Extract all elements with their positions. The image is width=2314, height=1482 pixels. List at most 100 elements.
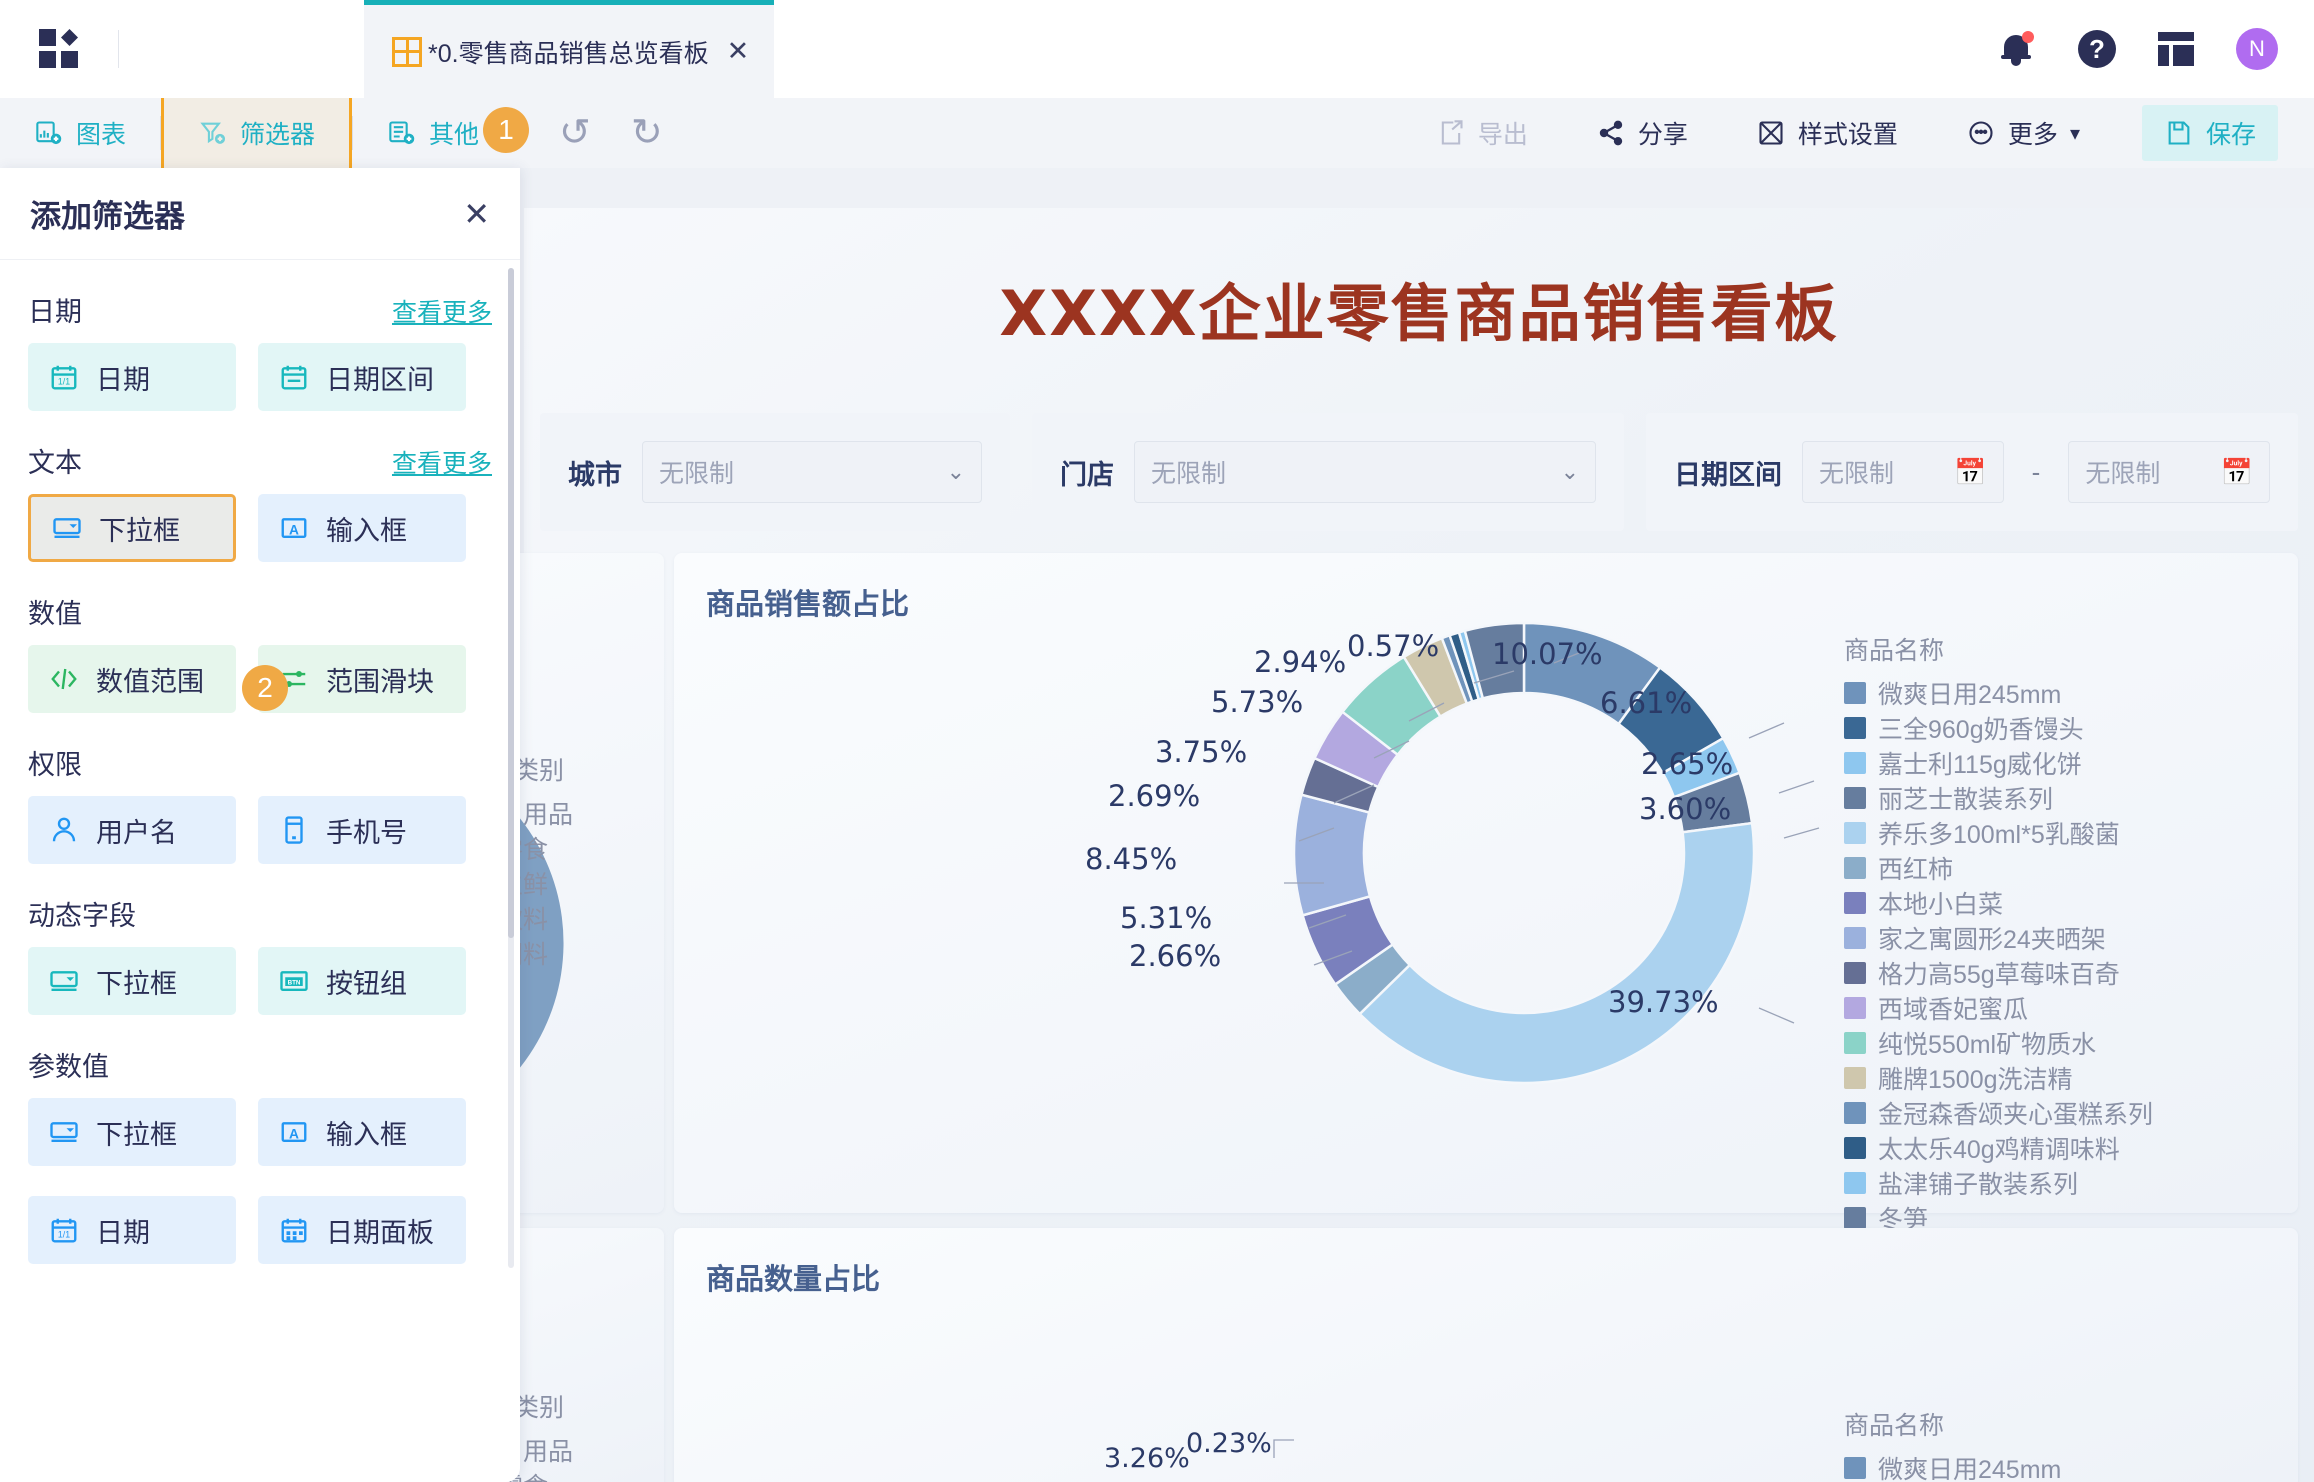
- legend-item[interactable]: 三全960g奶香馒头: [1844, 710, 2153, 745]
- filter-group-name: 文本: [28, 441, 82, 480]
- filter-daterange: 日期区间 无限制 📅 - 无限制 📅: [1646, 413, 2298, 531]
- legend-item[interactable]: 盐津铺子散装系列: [1844, 1165, 2153, 1200]
- textbox-icon: A: [278, 1117, 310, 1147]
- filter-date-start[interactable]: 无限制 📅: [1802, 441, 2004, 503]
- close-icon[interactable]: ✕: [463, 198, 490, 230]
- filter-chip-row: 下拉框 BTN按钮组: [28, 947, 492, 1015]
- filter-chip-日期面板[interactable]: 日期面板: [258, 1196, 466, 1264]
- code-range-icon: [48, 664, 80, 694]
- filter-chip-下拉框[interactable]: 下拉框: [28, 947, 236, 1015]
- pct-label-2-66: 2.66%: [1129, 939, 1221, 973]
- filter-chip-日期[interactable]: 1/1日期: [28, 343, 236, 411]
- legend-swatch: [1844, 752, 1866, 774]
- filter-chip-row: 下拉框 A输入框: [28, 494, 492, 562]
- legend-item[interactable]: 家之寓圆形24夹晒架: [1844, 920, 2153, 955]
- filter-chip-用户名[interactable]: 用户名: [28, 796, 236, 864]
- legend-item[interactable]: 金冠森香颂夹心蛋糕系列: [1844, 1095, 2153, 1130]
- legend-item[interactable]: 养乐多100ml*5乳酸菌: [1844, 815, 2153, 850]
- legend-item[interactable]: 西域香妃蜜瓜: [1844, 990, 2153, 1025]
- toolbar-more-button[interactable]: 更多 ▾: [1932, 98, 2114, 168]
- legend-swatch: [1844, 962, 1866, 984]
- avatar[interactable]: N: [2236, 28, 2278, 70]
- dashboard-title: XXXX企业零售商品销售看板: [524, 263, 2314, 353]
- legend-swatch: [1844, 1067, 1866, 1089]
- chevron-down-icon: ▾: [2070, 121, 2080, 146]
- toolbar-chart-button[interactable]: 图表: [0, 98, 160, 168]
- legend-item[interactable]: 西红柿: [1844, 850, 2153, 885]
- view-more-link[interactable]: 查看更多: [392, 293, 492, 329]
- pct-label-5-31: 5.31%: [1120, 901, 1212, 935]
- filter-chip-下拉框[interactable]: 下拉框: [28, 1098, 236, 1166]
- filter-chip-日期区间[interactable]: 日期区间: [258, 343, 466, 411]
- layout-icon[interactable]: [2158, 32, 2194, 66]
- legend-item[interactable]: 嘉士利115g威化饼: [1844, 745, 2153, 780]
- legend-item[interactable]: 格力高55g草莓味百奇: [1844, 955, 2153, 990]
- donut-slice[interactable]: [1360, 823, 1754, 1083]
- legend-item[interactable]: 微爽日用245mm: [1844, 1450, 2061, 1482]
- filter-date-end[interactable]: 无限制 📅: [2068, 441, 2270, 503]
- toolbar-export-button[interactable]: 导出: [1402, 98, 1562, 168]
- filter-chip-label: 下拉框: [96, 1113, 177, 1152]
- legend-swatch: [1844, 857, 1866, 879]
- filter-chip-数值范围[interactable]: 数值范围: [28, 645, 236, 713]
- toolbar-style-label: 样式设置: [1798, 115, 1898, 151]
- legend-label: 雕牌1500g洗洁精: [1878, 1060, 2073, 1096]
- legend-label: 西红柿: [1878, 850, 1953, 886]
- legend-swatch: [1844, 822, 1866, 844]
- filter-chip-row: 1/1日期日期面板: [28, 1196, 492, 1264]
- toolbar-filter-button[interactable]: 筛选器: [161, 98, 352, 168]
- panel-scrollbar[interactable]: [508, 268, 514, 1268]
- filter-chip-手机号[interactable]: 手机号: [258, 796, 466, 864]
- close-icon[interactable]: ✕: [727, 38, 750, 65]
- app-logo[interactable]: [0, 29, 118, 69]
- filter-city: 城市 无限制 ⌄: [540, 413, 1010, 531]
- filter-group-name: 动态字段: [28, 894, 136, 933]
- filter-group-name: 日期: [28, 290, 82, 329]
- toolbar-more-label: 更多: [2008, 115, 2058, 151]
- legend-item[interactable]: 微爽日用245mm: [1844, 675, 2153, 710]
- card-title-product-sales: 商品销售额占比: [706, 581, 909, 623]
- view-more-link[interactable]: 查看更多: [392, 444, 492, 480]
- donut-slice[interactable]: [1294, 795, 1370, 916]
- save-button[interactable]: 保存: [2142, 105, 2278, 161]
- legend-item[interactable]: 丽芝士散装系列: [1844, 780, 2153, 815]
- filter-chip-范围滑块[interactable]: 范围滑块: [258, 645, 466, 713]
- legend-label: 三全960g奶香馒头: [1878, 710, 2084, 746]
- undo-redo-group: ↺ ↻: [513, 114, 709, 152]
- filter-chip-label: 下拉框: [96, 962, 177, 1001]
- filter-chip-下拉框[interactable]: 下拉框: [28, 494, 236, 562]
- chevron-down-icon: ⌄: [1561, 459, 1579, 485]
- undo-icon[interactable]: ↺: [559, 114, 591, 152]
- filter-group-header: 权限: [28, 743, 492, 782]
- filter-group-文本: 文本 查看更多下拉框 A输入框: [28, 441, 492, 562]
- legend-item[interactable]: 太太乐40g鸡精调味料: [1844, 1130, 2153, 1165]
- filter-chip-row: 用户名手机号: [28, 796, 492, 864]
- filter-city-select[interactable]: 无限制 ⌄: [642, 441, 982, 503]
- filter-chip-日期[interactable]: 1/1日期: [28, 1196, 236, 1264]
- legend-swatch: [1844, 892, 1866, 914]
- filter-chip-label: 输入框: [326, 1113, 407, 1152]
- filter-store-select[interactable]: 无限制 ⌄: [1134, 441, 1596, 503]
- legend-swatch: [1844, 682, 1866, 704]
- toolbar-other-label: 其他: [429, 115, 479, 151]
- legend-swatch: [1844, 927, 1866, 949]
- toolbar-style-button[interactable]: 样式设置: [1722, 98, 1932, 168]
- bell-icon[interactable]: [1996, 29, 2036, 69]
- legend-item[interactable]: 雕牌1500g洗洁精: [1844, 1060, 2153, 1095]
- svg-text:BTN: BTN: [288, 980, 301, 987]
- filter-chip-label: 日期: [96, 1211, 150, 1250]
- legend-item[interactable]: 本地小白菜: [1844, 885, 2153, 920]
- filter-chip-输入框[interactable]: A输入框: [258, 494, 466, 562]
- annotation-badge-2: 2: [242, 665, 288, 711]
- filter-city-label: 城市: [568, 453, 622, 492]
- filter-chip-按钮组[interactable]: BTN按钮组: [258, 947, 466, 1015]
- legend-item[interactable]: 纯悦550ml矿物质水: [1844, 1025, 2153, 1060]
- toolbar-share-button[interactable]: 分享: [1562, 98, 1722, 168]
- pct-label-8-45: 8.45%: [1085, 842, 1177, 876]
- filter-chip-输入框[interactable]: A 输入框: [258, 1098, 466, 1166]
- panel-scrollbar-thumb[interactable]: [508, 268, 514, 938]
- help-icon[interactable]: ?: [2078, 30, 2116, 68]
- pct-label-2-69: 2.69%: [1108, 779, 1200, 813]
- redo-icon[interactable]: ↻: [631, 114, 663, 152]
- document-tab[interactable]: *0.零售商品销售总览看板 ✕: [364, 0, 774, 98]
